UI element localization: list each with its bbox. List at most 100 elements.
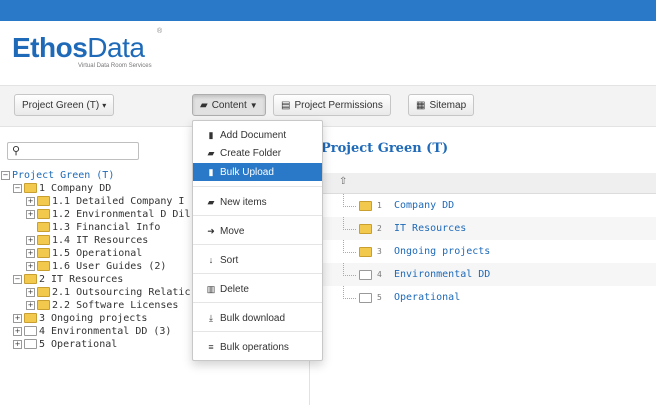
expand-icon[interactable]: + xyxy=(26,300,35,310)
menu-item-label: Bulk download xyxy=(220,313,286,324)
expand-icon[interactable]: + xyxy=(13,339,22,349)
row-name-link[interactable]: Company DD xyxy=(394,194,454,217)
folder-icon xyxy=(24,313,37,323)
row-name-link[interactable]: Operational xyxy=(394,286,460,309)
tree-node[interactable]: +4 Environmental DD (3) xyxy=(13,325,171,338)
project-permissions-button[interactable]: ▤ Project Permissions xyxy=(273,94,391,116)
grid-header: ⇧ xyxy=(321,173,656,194)
tree-root[interactable]: − Project Green (T) xyxy=(1,169,114,182)
expand-icon[interactable]: + xyxy=(13,326,22,336)
menu-item-sort[interactable]: ↓ Sort xyxy=(193,251,322,269)
expand-icon[interactable]: + xyxy=(26,248,35,258)
folder-open-icon xyxy=(359,247,372,257)
row-number: 3 xyxy=(377,247,382,256)
menu-item-label: Add Document xyxy=(220,130,287,141)
menu-item-new-items[interactable]: ▰ New items xyxy=(193,193,322,211)
room-select-label: Project Green (T) xyxy=(22,100,100,111)
tree-node[interactable]: +2.2 Software Licenses xyxy=(26,299,178,312)
folder-icon xyxy=(37,235,50,245)
menu-item-label: Bulk operations xyxy=(220,342,289,353)
tree-node[interactable]: +1.2 Environmental D Dil xyxy=(26,208,190,221)
collapse-icon[interactable]: − xyxy=(1,170,10,180)
tree-node[interactable]: − 2 IT Resources xyxy=(13,273,123,286)
menu-item-move[interactable]: ➜ Move xyxy=(193,222,322,240)
sitemap-label: Sitemap xyxy=(429,100,467,111)
arrow-down-icon: ↓ xyxy=(208,255,214,265)
tree-node-label: 1.6 User Guides (2) xyxy=(52,261,167,272)
expand-icon[interactable]: + xyxy=(26,287,35,297)
content-button-label: Content xyxy=(211,100,247,111)
list-alt-icon: ▤ xyxy=(281,100,291,111)
sitemap-button[interactable]: ▦ Sitemap xyxy=(408,94,475,116)
menu-item-label: Sort xyxy=(220,255,239,266)
tree-node-label: 5 Operational xyxy=(39,339,118,350)
tree-node[interactable]: 1.3 Financial Info xyxy=(37,221,160,234)
row-number: 2 xyxy=(377,224,382,233)
tree-node[interactable]: +1.5 Operational xyxy=(26,247,142,260)
content-menu-button[interactable]: ▰ Content ▼ xyxy=(192,94,266,116)
toolbar: Project Green (T) ▾ ▰ Content ▼ ▤ Project Pe… xyxy=(0,85,656,127)
menu-item-bulk-operations[interactable]: ≡ Bulk operations xyxy=(193,338,322,356)
tree-node[interactable]: +5 Operational xyxy=(13,338,117,351)
registered-mark: ® xyxy=(157,28,163,35)
tree-connector xyxy=(343,286,356,299)
expand-icon[interactable]: + xyxy=(26,209,35,219)
tree-root-label: Project Green (T) xyxy=(12,170,115,181)
menu-item-label: Create Folder xyxy=(220,148,282,159)
room-select[interactable]: Project Green (T) ▾ xyxy=(14,94,115,116)
folder-open-icon xyxy=(24,274,37,284)
folder-icon xyxy=(37,209,50,219)
content-dropdown-menu: ▮ Add Document ▰ Create Folder ▮ Bulk Uploa… xyxy=(192,120,323,361)
folder-icon xyxy=(37,196,50,206)
menu-divider xyxy=(193,244,322,245)
search-icon: ⚲ xyxy=(12,145,21,157)
tree-node-label: 1.2 Environmental D Dil xyxy=(52,209,191,220)
brand-logo: EthosData ® Virtual Data Room Services xyxy=(12,28,162,69)
menu-item-bulk-upload[interactable]: ▮ Bulk Upload xyxy=(193,163,322,181)
tree-node[interactable]: +2.1 Outsourcing Relatic xyxy=(26,286,190,299)
folder-closed-icon xyxy=(359,293,372,303)
folder-closed-icon xyxy=(24,326,37,336)
tree-node[interactable]: − 1 Company DD xyxy=(13,182,111,195)
row-name-link[interactable]: IT Resources xyxy=(394,217,466,240)
tree-node[interactable]: +1.4 IT Resources xyxy=(26,234,148,247)
logo-tagline: Virtual Data Room Services xyxy=(78,63,152,69)
expand-icon[interactable]: + xyxy=(13,313,22,323)
tree-node[interactable]: +1.1 Detailed Company I xyxy=(26,195,184,208)
search-input[interactable]: ⚲ xyxy=(7,142,139,160)
table-row[interactable]: 1 Company DD xyxy=(321,194,656,217)
table-row[interactable]: 2 IT Resources xyxy=(321,217,656,240)
file-icon: ▮ xyxy=(208,130,214,140)
menu-item-bulk-download[interactable]: ⤓ Bulk download xyxy=(193,309,322,327)
row-name-link[interactable]: Environmental DD xyxy=(394,263,490,286)
row-name-link[interactable]: Ongoing projects xyxy=(394,240,490,263)
list-icon: ≡ xyxy=(208,342,214,352)
tree-node[interactable]: +1.6 User Guides (2) xyxy=(26,260,166,273)
folder-icon xyxy=(37,248,50,258)
collapse-icon[interactable]: − xyxy=(13,183,22,193)
menu-item-add-document[interactable]: ▮ Add Document xyxy=(193,126,322,144)
tree-node[interactable]: +3 Ongoing projects xyxy=(13,312,147,325)
tree-node-label: 1.4 IT Resources xyxy=(52,235,149,246)
collapse-icon[interactable]: − xyxy=(13,274,22,284)
row-number: 5 xyxy=(377,293,382,302)
folder-icon xyxy=(37,261,50,271)
folder-closed-icon xyxy=(24,339,37,349)
table-row[interactable]: 4 Environmental DD xyxy=(321,263,656,286)
download-icon: ⤓ xyxy=(209,313,213,323)
table-row[interactable]: 5 Operational xyxy=(321,286,656,309)
tree-connector xyxy=(343,194,356,207)
expand-icon[interactable]: + xyxy=(26,196,35,206)
logo-word-data: Data xyxy=(87,32,145,63)
expand-icon[interactable]: + xyxy=(26,261,35,271)
menu-item-delete[interactable]: ▥ Delete xyxy=(193,280,322,298)
arrow-right-icon: ➜ xyxy=(207,226,215,236)
table-row[interactable]: 3 Ongoing projects xyxy=(321,240,656,263)
menu-item-create-folder[interactable]: ▰ Create Folder xyxy=(193,144,322,162)
menu-divider xyxy=(193,186,322,187)
expand-icon[interactable]: + xyxy=(26,235,35,245)
menu-divider xyxy=(193,331,322,332)
folder-icon xyxy=(37,287,50,297)
folder-up-icon[interactable]: ⇧ xyxy=(339,176,350,187)
folder-icon xyxy=(37,300,50,310)
